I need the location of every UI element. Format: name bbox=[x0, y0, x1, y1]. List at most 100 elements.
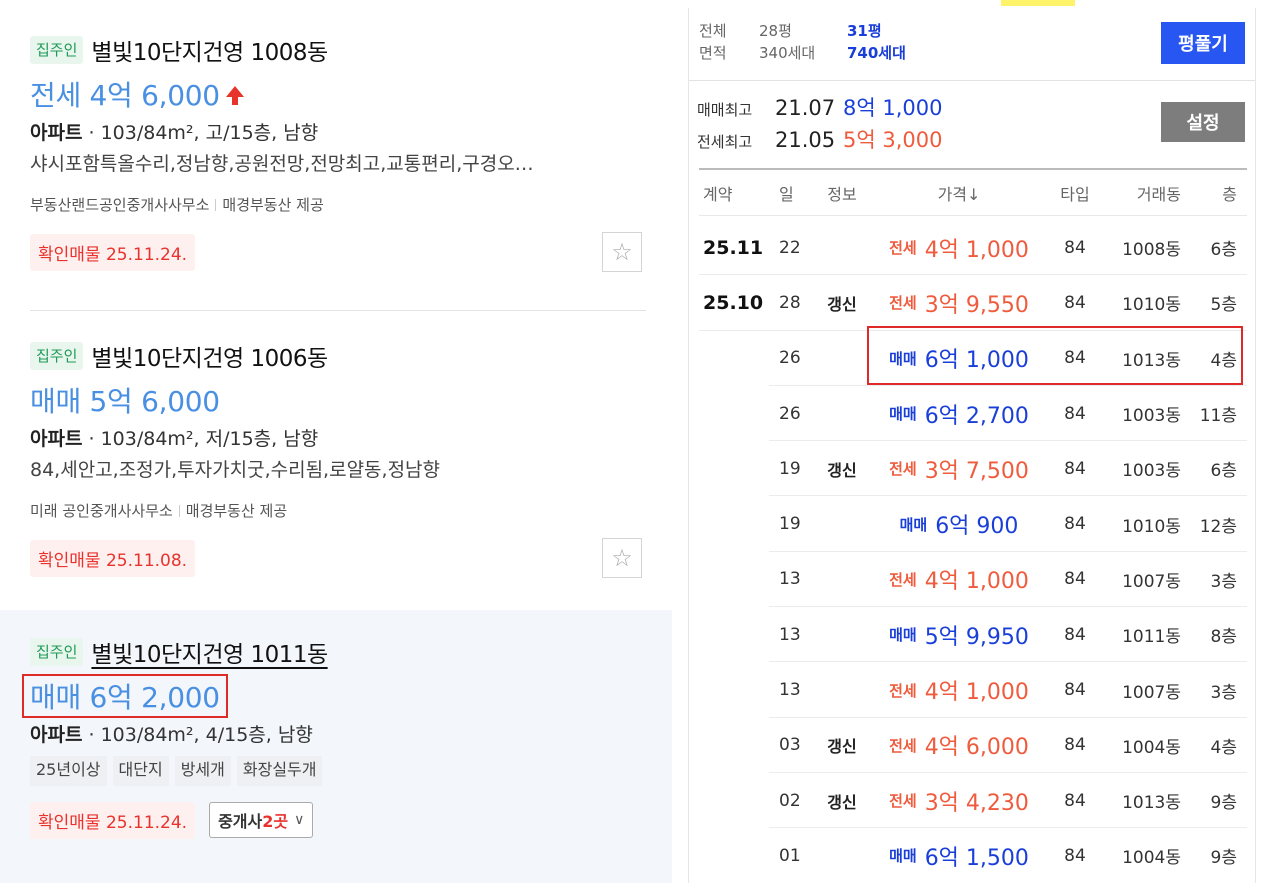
cell-day: 13 bbox=[779, 569, 801, 590]
owner-badge: 집주인 bbox=[30, 638, 84, 666]
expand-area-button[interactable]: 평풀기 bbox=[1161, 22, 1245, 64]
spec-detail: · 103/84m², 고/15층, 남향 bbox=[82, 122, 319, 144]
cell-floor: 9층 bbox=[1210, 848, 1237, 869]
owner-badge: 집주인 bbox=[30, 342, 84, 370]
cell-floor: 3층 bbox=[1210, 571, 1237, 592]
feature-tag: 방세개 bbox=[174, 756, 231, 786]
area-label: 면적 bbox=[699, 44, 727, 62]
confirmed-listing-badge: 확인매물 25.11.08. bbox=[30, 539, 196, 577]
area-option-31[interactable]: 31평 bbox=[847, 20, 927, 42]
cell-type: 84 bbox=[1064, 680, 1086, 701]
favorite-star-icon[interactable]: ☆ bbox=[602, 538, 642, 578]
deal-kind: 매매 bbox=[889, 847, 917, 866]
feature-tag: 대단지 bbox=[112, 756, 169, 786]
complex-name[interactable]: 별빛10단지건영 1006동 bbox=[91, 339, 328, 373]
table-row[interactable]: 26 매매 6억 1,000 84 1013동 4층 bbox=[699, 331, 1247, 386]
broker-count-button[interactable]: 중개사 2곳 ∨ bbox=[209, 802, 314, 838]
deal-price: 3억 4,230 bbox=[924, 790, 1029, 816]
cell-floor: 5층 bbox=[1210, 295, 1237, 316]
table-row[interactable]: 19 매매 6억 900 84 1010동 12층 bbox=[699, 496, 1247, 552]
property-type: 아파트 bbox=[30, 724, 83, 746]
header-day[interactable]: 일 bbox=[767, 181, 813, 205]
table-row[interactable]: 26 매매 6억 2,700 84 1003동 11층 bbox=[699, 386, 1247, 442]
transaction-panel: 전체 28평 31평 면적 340세대 740세대 평풀기 매매최고 21.07… bbox=[688, 0, 1256, 883]
table-row[interactable]: 13 전세 4억 1,000 84 1007동 3층 bbox=[699, 552, 1247, 608]
divider bbox=[30, 310, 646, 311]
listing-description: 84,세안고,조정가,투자가치굿,수리됨,로얄동,정남향 bbox=[30, 459, 441, 481]
feature-tag: 25년이상 bbox=[30, 756, 107, 786]
cell-day: 01 bbox=[779, 845, 801, 866]
table-row[interactable]: 25.10 28 갱신 전세 3억 9,550 84 1010동 5층 bbox=[699, 275, 1247, 331]
deal-price: 6억 1,000 bbox=[924, 348, 1029, 374]
header-info[interactable]: 정보 bbox=[813, 181, 871, 205]
cell-info: 갱신 bbox=[827, 737, 857, 757]
price-row: 전세 4억 6,000 bbox=[30, 72, 646, 116]
divider bbox=[689, 80, 1255, 81]
cell-type: 84 bbox=[1064, 790, 1086, 811]
cell-price: 전세 3억 7,500 bbox=[871, 453, 1047, 485]
max-price-summary: 매매최고 21.07 8억 1,000 전세최고 21.05 5억 3,000 bbox=[697, 92, 942, 156]
cell-floor: 4층 bbox=[1210, 350, 1237, 371]
header-building[interactable]: 거래동 bbox=[1103, 181, 1181, 205]
header-type[interactable]: 타입 bbox=[1047, 181, 1103, 205]
cell-price: 전세 4억 1,000 bbox=[871, 232, 1047, 264]
divider bbox=[215, 199, 217, 211]
header-floor[interactable]: 층 bbox=[1181, 181, 1245, 205]
deal-kind: 매매 bbox=[889, 349, 917, 368]
cell-building: 1004동 bbox=[1122, 848, 1181, 869]
cell-info: 갱신 bbox=[827, 460, 857, 480]
deal-price: 4억 1,000 bbox=[924, 569, 1029, 595]
cell-type: 84 bbox=[1064, 403, 1086, 424]
property-type: 아파트 bbox=[30, 428, 83, 450]
favorite-star-icon[interactable]: ☆ bbox=[602, 232, 642, 272]
agency-name: 미래 공인중개사사무소 bbox=[30, 502, 173, 520]
table-row[interactable]: 02 갱신 전세 3억 4,230 84 1013동 9층 bbox=[699, 773, 1247, 829]
cell-floor: 9층 bbox=[1210, 793, 1237, 814]
deal-kind: 매매 bbox=[889, 626, 917, 645]
listing-card[interactable]: 집주인 별빛10단지건영 1008동 전세 4억 6,000 아파트 · 103… bbox=[30, 30, 646, 272]
cell-day: 19 bbox=[779, 458, 801, 479]
cell-floor: 6층 bbox=[1210, 461, 1237, 482]
cell-building: 1010동 bbox=[1122, 516, 1181, 537]
table-row[interactable]: 01 매매 6억 1,500 84 1004동 9층 bbox=[699, 828, 1247, 883]
header-price-sort[interactable]: 가격↓ bbox=[871, 181, 1047, 205]
property-type: 아파트 bbox=[30, 122, 83, 144]
listing-description: 샤시포함특올수리,정남향,공원전망,전망최고,교통편리,구경오… bbox=[30, 153, 534, 175]
cell-type: 84 bbox=[1064, 514, 1086, 535]
agency-info: 부동산랜드공인중개사사무소 매경부동산 제공 bbox=[30, 194, 646, 216]
table-header: 계약 일 정보 가격↓ 타입 거래동 층 bbox=[699, 170, 1247, 216]
households-340[interactable]: 340세대 bbox=[759, 42, 847, 64]
table-row[interactable]: 03 갱신 전세 4억 6,000 84 1004동 4층 bbox=[699, 718, 1247, 773]
table-row[interactable]: 13 매매 5억 9,950 84 1011동 8층 bbox=[699, 607, 1247, 663]
listing-title-row: 집주인 별빛10단지건영 1006동 bbox=[30, 336, 646, 376]
max-sale-label: 매매최고 bbox=[697, 101, 753, 119]
cell-info: 갱신 bbox=[827, 294, 857, 314]
cell-building: 1008동 bbox=[1122, 240, 1181, 261]
settings-button[interactable]: 설정 bbox=[1161, 102, 1245, 142]
cell-info: 갱신 bbox=[827, 792, 857, 812]
cell-price: 매매 6억 1,500 bbox=[871, 840, 1047, 872]
deal-price: 5억 9,950 bbox=[924, 624, 1029, 650]
deal-price: 3억 9,550 bbox=[924, 292, 1029, 318]
header-contract[interactable]: 계약 bbox=[699, 181, 767, 205]
cell-day: 28 bbox=[779, 292, 801, 313]
spec-detail: · 103/84m², 저/15층, 남향 bbox=[82, 428, 319, 450]
cell-type: 84 bbox=[1064, 237, 1086, 258]
cell-building: 1004동 bbox=[1122, 737, 1181, 758]
households-740[interactable]: 740세대 bbox=[847, 42, 927, 64]
deal-kind: 전세 bbox=[889, 792, 917, 811]
cell-floor: 11층 bbox=[1199, 406, 1237, 427]
table-row[interactable]: 13 전세 4억 1,000 84 1007동 3층 bbox=[699, 662, 1247, 718]
listing-card[interactable]: 집주인 별빛10단지건영 1006동 매매 5억 6,000 아파트 · 103… bbox=[30, 336, 646, 578]
table-row[interactable]: 25.11 22 전세 4억 1,000 84 1008동 6층 bbox=[699, 220, 1247, 276]
listing-card-selected[interactable]: 집주인 별빛10단지건영 1011동 매매 6억 2,000 아파트 · 103… bbox=[22, 632, 646, 840]
complex-name[interactable]: 별빛10단지건영 1008동 bbox=[91, 33, 328, 67]
cell-type: 84 bbox=[1064, 292, 1086, 313]
cell-price: 전세 3억 9,550 bbox=[871, 287, 1047, 319]
cell-day: 22 bbox=[779, 237, 801, 258]
area-option-28[interactable]: 28평 bbox=[759, 20, 847, 42]
table-row[interactable]: 19 갱신 전세 3억 7,500 84 1003동 6층 bbox=[699, 441, 1247, 497]
cell-price: 전세 4억 1,000 bbox=[871, 674, 1047, 706]
complex-name[interactable]: 별빛10단지건영 1011동 bbox=[91, 635, 328, 669]
highlight-mark bbox=[1001, 0, 1075, 6]
